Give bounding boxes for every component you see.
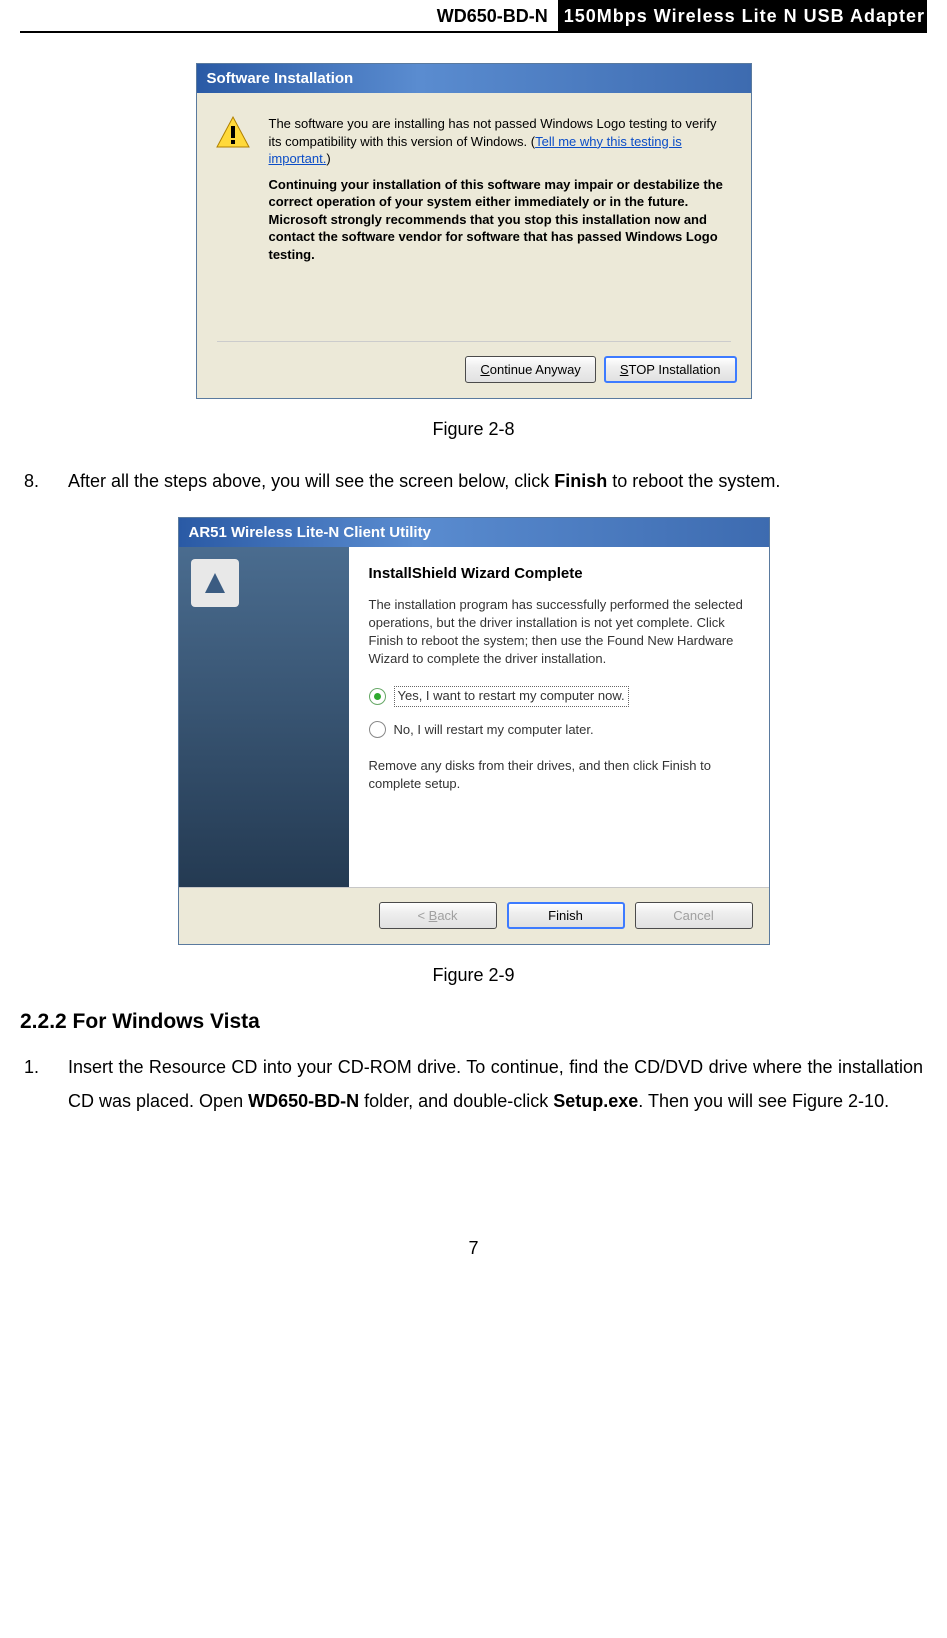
finish-button[interactable]: Finish [507,902,625,929]
cancel-button: Cancel [635,902,753,929]
wizard-paragraph: The installation program has successfull… [369,596,749,669]
dialog-paragraph-1: The software you are installing has not … [269,115,733,168]
figure-caption-2-8: Figure 2-8 [20,419,927,440]
radio-label: No, I will restart my computer later. [394,721,594,739]
dialog-title: AR51 Wireless Lite-N Client Utility [179,518,769,547]
wizard-side-graphic [179,547,349,887]
warning-icon [215,115,251,151]
figure-caption-2-9: Figure 2-9 [20,965,927,986]
section-heading-2-2-2: 2.2.2 For Windows Vista [20,1010,927,1034]
step-8: 8. After all the steps above, you will s… [24,464,923,498]
step-body: Insert the Resource CD into your CD-ROM … [68,1050,923,1118]
software-installation-dialog: Software Installation The software you a… [196,63,752,399]
restart-later-radio[interactable]: No, I will restart my computer later. [369,721,749,739]
dialog-title: Software Installation [197,64,751,93]
radio-selected-icon [369,688,386,705]
product-title: 150Mbps Wireless Lite N USB Adapter [558,0,927,31]
step-body: After all the steps above, you will see … [68,464,923,498]
step-number: 1. [24,1050,50,1118]
stop-installation-button[interactable]: STOP Installation [604,356,737,383]
continue-anyway-button[interactable]: Continue Anyway [465,356,595,383]
radio-unselected-icon [369,721,386,738]
installshield-logo-icon [191,559,239,607]
restart-now-radio[interactable]: Yes, I want to restart my computer now. [369,686,749,706]
step-1: 1. Insert the Resource CD into your CD-R… [24,1050,923,1118]
installshield-complete-dialog: AR51 Wireless Lite-N Client Utility Inst… [178,517,770,945]
dialog-warning-bold: Continuing your installation of this sof… [269,176,733,264]
wizard-paragraph-2: Remove any disks from their drives, and … [369,757,749,793]
page-header: WD650-BD-N 150Mbps Wireless Lite N USB A… [20,0,927,33]
back-button: < Back [379,902,497,929]
page-number: 7 [20,1238,927,1259]
wizard-heading: InstallShield Wizard Complete [369,563,749,584]
radio-label: Yes, I want to restart my computer now. [394,686,629,706]
model-number: WD650-BD-N [20,0,558,31]
step-number: 8. [24,464,50,498]
